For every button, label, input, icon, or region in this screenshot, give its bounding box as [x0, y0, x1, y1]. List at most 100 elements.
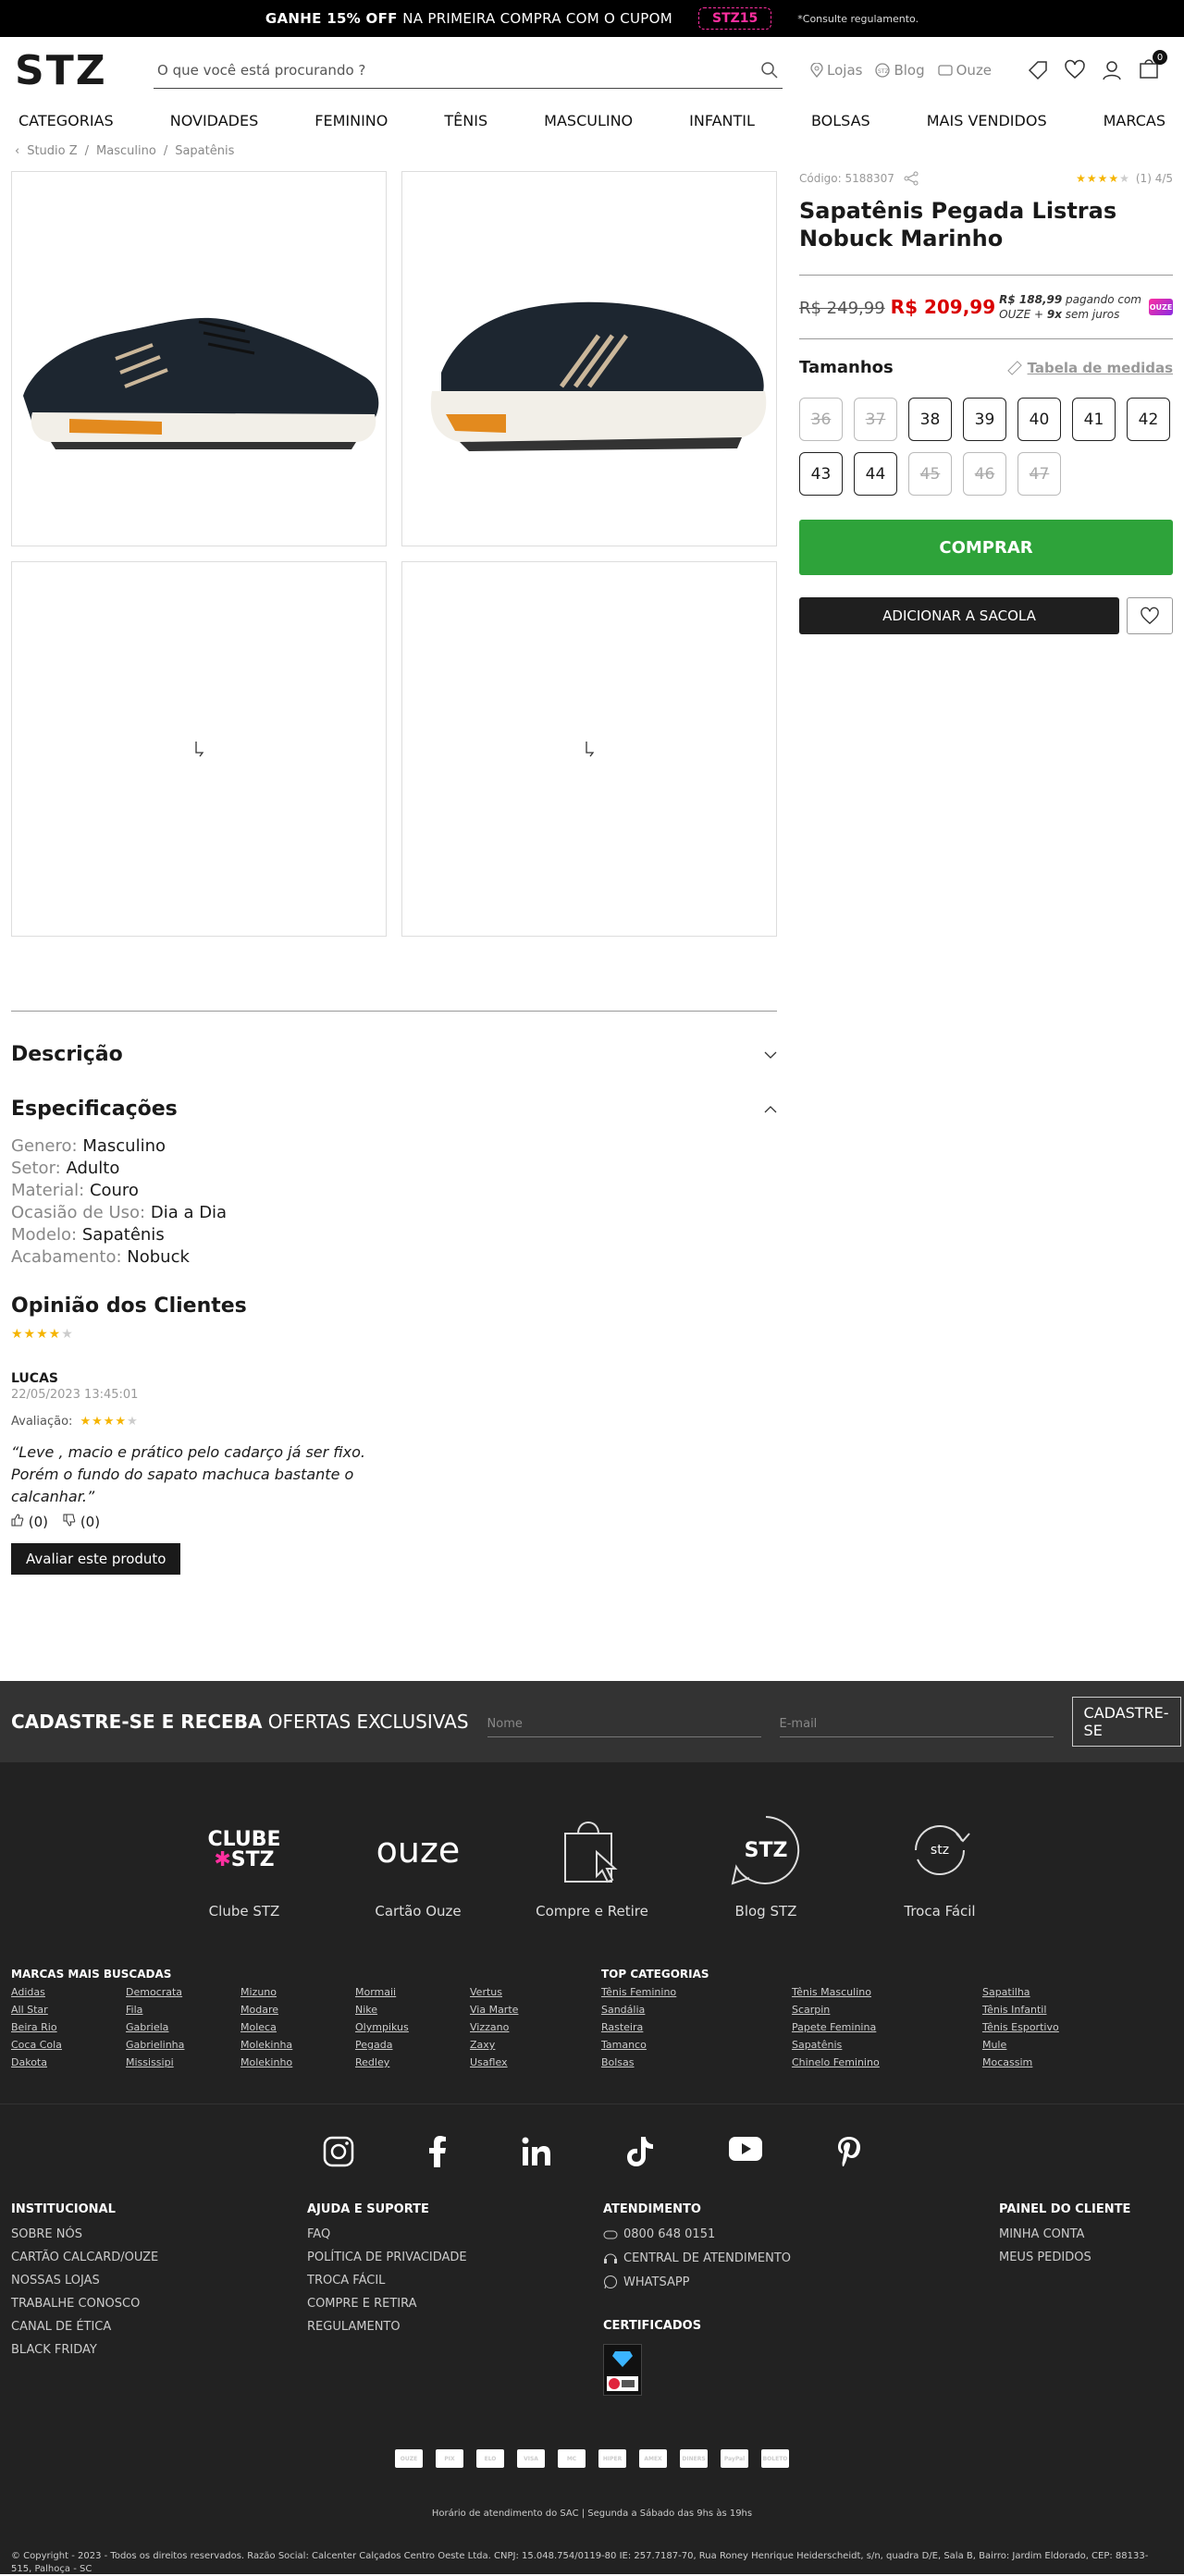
- footer-link[interactable]: Mizuno: [240, 1986, 355, 1998]
- footer-link[interactable]: Rasteira: [601, 2021, 792, 2033]
- footer-link[interactable]: Papete Feminina: [792, 2021, 982, 2033]
- nav-novidades[interactable]: NOVIDADES: [170, 112, 259, 129]
- footer-link[interactable]: Adidas: [11, 1986, 126, 1998]
- footer-link[interactable]: CANAL DE ÉTICA: [11, 2320, 307, 2334]
- footer-link[interactable]: CARTÃO CALCARD/OUZE: [11, 2251, 307, 2264]
- footer-link[interactable]: BLACK FRIDAY: [11, 2343, 307, 2357]
- footer-link[interactable]: Tênis Feminino: [601, 1986, 792, 1998]
- feature-cartao-ouze[interactable]: ouze Cartão Ouze: [357, 1814, 479, 1920]
- size-option-41[interactable]: 41: [1072, 398, 1116, 441]
- newsletter-name-input[interactable]: Nome: [487, 1706, 761, 1737]
- footer-link[interactable]: Usaflex: [470, 2056, 585, 2068]
- phone-link[interactable]: 0800 648 0151: [603, 2227, 999, 2241]
- footer-link[interactable]: Tênis Esportivo: [982, 2021, 1173, 2033]
- newsletter-submit-button[interactable]: CADASTRE-SE: [1071, 1697, 1181, 1747]
- footer-link[interactable]: Pegada: [355, 2039, 470, 2051]
- instagram-icon[interactable]: [323, 2136, 354, 2167]
- ouze-link[interactable]: Ouze: [937, 62, 992, 79]
- search-input[interactable]: O que você está procurando ?: [154, 52, 783, 89]
- footer-link[interactable]: REGULAMENTO: [307, 2320, 603, 2334]
- footer-link[interactable]: Chinelo Feminino: [792, 2056, 982, 2068]
- footer-link[interactable]: Tênis Infantil: [982, 2004, 1173, 2016]
- product-image-2[interactable]: [401, 171, 777, 546]
- size-option-39[interactable]: 39: [963, 398, 1006, 441]
- product-image-1[interactable]: [11, 171, 387, 546]
- footer-link[interactable]: FAQ: [307, 2227, 603, 2241]
- cart-button[interactable]: 0: [1138, 50, 1168, 83]
- footer-link[interactable]: Beira Rio: [11, 2021, 126, 2033]
- footer-link[interactable]: Sapatilha: [982, 1986, 1173, 1998]
- product-image-4[interactable]: [401, 561, 777, 937]
- site-logo[interactable]: STZ: [15, 47, 126, 94]
- footer-link[interactable]: Zaxy: [470, 2039, 585, 2051]
- size-option-40[interactable]: 40: [1018, 398, 1061, 441]
- footer-link[interactable]: Molekinho: [240, 2056, 355, 2068]
- like-button[interactable]: (0): [11, 1514, 48, 1530]
- footer-link[interactable]: Fila: [126, 2004, 240, 2016]
- heart-icon[interactable]: [1064, 59, 1086, 81]
- buy-button[interactable]: COMPRAR: [799, 520, 1173, 575]
- certificate-badges[interactable]: [603, 2344, 642, 2396]
- support-center-link[interactable]: CENTRAL DE ATENDIMENTO: [603, 2251, 999, 2265]
- user-icon[interactable]: [1101, 59, 1123, 81]
- nav-infantil[interactable]: INFANTIL: [689, 112, 755, 129]
- feature-blog-stz[interactable]: STZ Blog STZ: [705, 1814, 827, 1920]
- rating-summary[interactable]: (1) 4/5: [1136, 172, 1173, 185]
- stores-link[interactable]: Lojas: [810, 62, 862, 79]
- footer-link[interactable]: Democrata: [126, 1986, 240, 1998]
- footer-link[interactable]: Mississipi: [126, 2056, 240, 2068]
- youtube-icon[interactable]: [728, 2136, 763, 2162]
- whatsapp-link[interactable]: WHATSAPP: [603, 2275, 999, 2289]
- footer-link[interactable]: Tênis Masculino: [792, 1986, 982, 1998]
- footer-link[interactable]: Coca Cola: [11, 2039, 126, 2051]
- tiktok-icon[interactable]: [626, 2136, 654, 2167]
- footer-link[interactable]: Via Marte: [470, 2004, 585, 2016]
- favorite-button[interactable]: [1127, 597, 1173, 634]
- add-to-bag-button[interactable]: ADICIONAR A SACOLA: [799, 597, 1119, 634]
- footer-link[interactable]: Nike: [355, 2004, 470, 2016]
- footer-link[interactable]: Olympikus: [355, 2021, 470, 2033]
- feature-clube-stz[interactable]: CLUBE ✱STZ Clube STZ: [183, 1814, 305, 1920]
- footer-link[interactable]: MINHA CONTA: [999, 2227, 1130, 2241]
- nav-mais-vendidos[interactable]: MAIS VENDIDOS: [927, 112, 1047, 129]
- nav-categorias[interactable]: CATEGORIAS: [18, 112, 114, 129]
- pinterest-icon[interactable]: [837, 2136, 861, 2167]
- footer-link[interactable]: Moleca: [240, 2021, 355, 2033]
- share-icon[interactable]: [904, 171, 919, 186]
- footer-link[interactable]: Gabrielinha: [126, 2039, 240, 2051]
- linkedin-icon[interactable]: [521, 2136, 552, 2167]
- description-accordion[interactable]: Descrição: [11, 1043, 777, 1066]
- dislike-button[interactable]: (0): [63, 1514, 100, 1530]
- breadcrumb-item[interactable]: Masculino: [96, 144, 156, 158]
- footer-link[interactable]: Sandália: [601, 2004, 792, 2016]
- footer-link[interactable]: Molekinha: [240, 2039, 355, 2051]
- footer-link[interactable]: NOSSAS LOJAS: [11, 2274, 307, 2288]
- facebook-icon[interactable]: [428, 2136, 447, 2167]
- nav-masculino[interactable]: MASCULINO: [544, 112, 633, 129]
- footer-link[interactable]: Scarpin: [792, 2004, 982, 2016]
- size-option-44[interactable]: 44: [854, 452, 897, 496]
- nav-marcas[interactable]: MARCAS: [1104, 112, 1166, 129]
- specifications-accordion[interactable]: Especificações: [11, 1098, 777, 1121]
- footer-link[interactable]: Vizzano: [470, 2021, 585, 2033]
- footer-link[interactable]: Tamanco: [601, 2039, 792, 2051]
- coupon-tag-icon[interactable]: [1027, 59, 1049, 81]
- footer-link[interactable]: SOBRE NÓS: [11, 2227, 307, 2241]
- nav-feminino[interactable]: FEMININO: [314, 112, 388, 129]
- size-option-43[interactable]: 43: [799, 452, 843, 496]
- footer-link[interactable]: Mormaii: [355, 1986, 470, 1998]
- coupon-code[interactable]: STZ15: [697, 7, 772, 30]
- blog-link[interactable]: STZ Blog: [875, 62, 925, 79]
- breadcrumb-item[interactable]: Studio Z: [27, 144, 77, 158]
- footer-link[interactable]: TRABALHE CONOSCO: [11, 2297, 307, 2311]
- size-option-38[interactable]: 38: [908, 398, 952, 441]
- footer-link[interactable]: Sapatênis: [792, 2039, 982, 2051]
- footer-link[interactable]: Bolsas: [601, 2056, 792, 2068]
- footer-link[interactable]: Redley: [355, 2056, 470, 2068]
- search-icon[interactable]: [760, 61, 779, 80]
- feature-troca-facil[interactable]: stz Troca Fácil: [879, 1814, 1001, 1920]
- chevron-left-icon[interactable]: ‹: [15, 144, 19, 158]
- footer-link[interactable]: TROCA FÁCIL: [307, 2274, 603, 2288]
- footer-link[interactable]: Gabriela: [126, 2021, 240, 2033]
- footer-link[interactable]: Vertus: [470, 1986, 585, 1998]
